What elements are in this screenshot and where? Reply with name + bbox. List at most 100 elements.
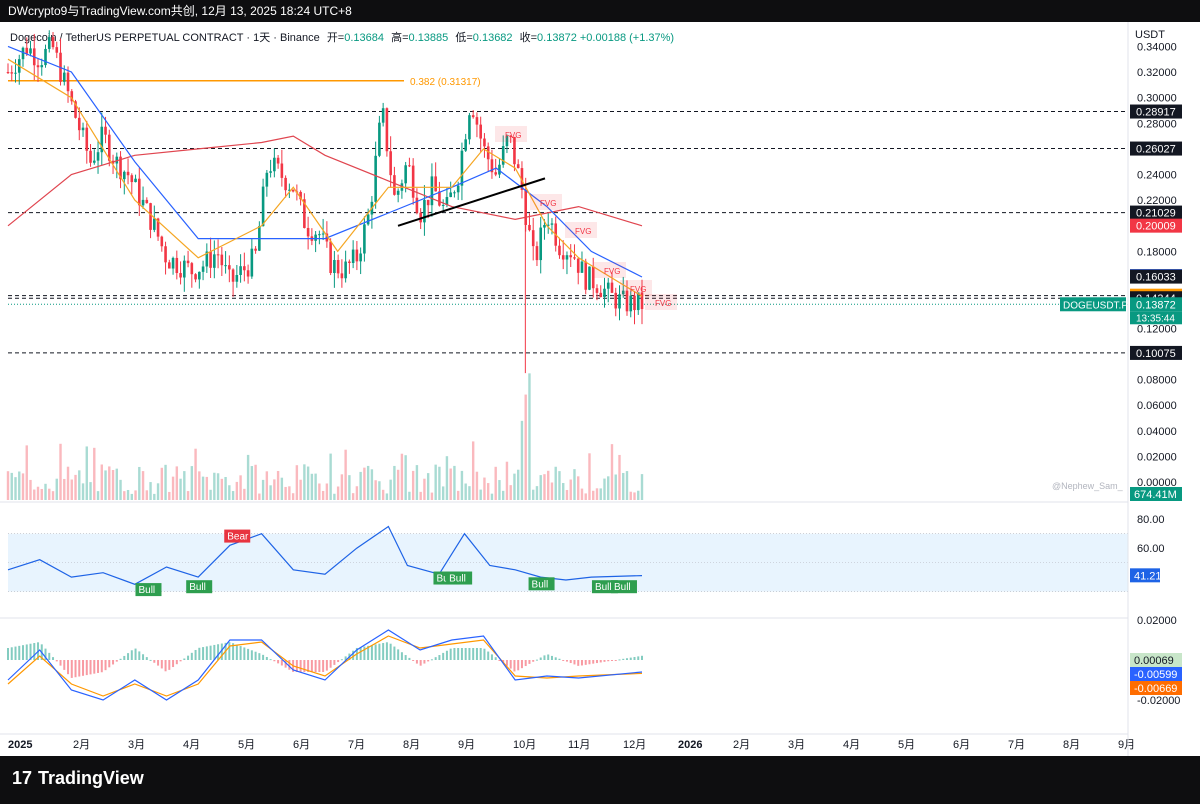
macd-hist-bar [134, 648, 137, 660]
macd-hist-bar [119, 658, 122, 660]
macd-hist-bar [633, 657, 636, 660]
volume-bar [603, 478, 606, 500]
x-tick-label: 8月 [1063, 739, 1080, 751]
volume-bar [21, 473, 25, 500]
macd-hist-bar [168, 660, 171, 670]
volume-bar [273, 479, 276, 500]
volume-bar [149, 482, 152, 500]
volume-bar [29, 479, 32, 500]
candle-body [44, 48, 47, 66]
y-tick-label: 0.12000 [1137, 323, 1177, 335]
candle-body [168, 262, 171, 269]
candle-body [610, 282, 614, 293]
macd-hist-bar [217, 644, 220, 660]
volume-bar [592, 490, 595, 500]
volume-bar [393, 465, 396, 500]
macd-hist-bar [449, 648, 452, 660]
volume-bar [355, 486, 359, 500]
volume-bar [618, 454, 621, 500]
candle-body [138, 178, 141, 206]
candle-body [329, 241, 332, 274]
candle-body [89, 150, 92, 163]
volume-bar [509, 485, 512, 500]
macd-hist-bar [145, 657, 148, 660]
volume-bar [85, 446, 88, 500]
volume-bar [303, 464, 306, 500]
chart-canvas[interactable]: USDT0.340000.320000.300000.280000.260000… [0, 22, 1200, 756]
macd-hist-bar [228, 642, 231, 660]
candle-body [573, 257, 576, 259]
x-tick-label: 5月 [898, 739, 915, 751]
x-tick-label: 9月 [458, 739, 475, 751]
candle-body [273, 157, 276, 172]
volume-bar [483, 477, 486, 500]
macd-value-label: -0.00599 [1134, 669, 1177, 681]
macd-hist-bar [513, 660, 516, 672]
volume-bar [224, 477, 227, 500]
macd-hist-bar [82, 660, 85, 676]
candle-body [595, 288, 599, 293]
macd-hist-bar [509, 660, 512, 669]
volume-bar [411, 470, 415, 500]
volume-bar [532, 489, 535, 500]
macd-hist-bar [550, 655, 553, 660]
macd-hist-bar [194, 649, 197, 660]
volume-bar [250, 466, 254, 500]
volume-bar [209, 489, 212, 500]
volume-bar [543, 474, 546, 500]
macd-hist-bar [205, 646, 208, 660]
candle-body [456, 185, 460, 193]
candle-body [250, 248, 254, 277]
candle-body [374, 155, 377, 202]
macd-hist-bar [33, 643, 36, 660]
candle-body [408, 165, 411, 167]
candle-body [104, 126, 107, 135]
macd-hist-bar [490, 654, 493, 660]
candle-body [344, 261, 347, 279]
candle-body [468, 115, 471, 140]
candle-body [171, 257, 175, 269]
volume-bar [633, 492, 636, 500]
macd-hist-bar [22, 645, 25, 660]
candle-body [246, 270, 250, 277]
macd-hist-bar [78, 660, 81, 677]
x-tick-label: 4月 [843, 739, 860, 751]
macd-hist-bar [498, 660, 501, 661]
volume-bar [261, 479, 265, 500]
macd-hist-bar [430, 659, 433, 661]
candle-body [96, 152, 100, 161]
volume-bar [513, 473, 516, 500]
volume-bar [366, 465, 370, 500]
macd-hist-bar [573, 660, 576, 665]
volume-bar [190, 466, 194, 500]
volume-bar [321, 490, 325, 500]
volume-bar [153, 493, 156, 500]
candle-body [280, 163, 284, 178]
macd-hist-bar [112, 660, 115, 665]
macd-hist-bar [7, 648, 9, 660]
tradingview-logo[interactable]: 17 TradingView [12, 768, 144, 789]
volume-bar [265, 471, 269, 500]
macd-hist-bar [160, 660, 163, 669]
macd-hist-bar [378, 643, 381, 660]
y-tick-label: 0.22000 [1137, 195, 1177, 207]
macd-hist-bar [239, 646, 242, 660]
macd-hist-bar [333, 660, 336, 665]
macd-hist-bar [528, 660, 531, 664]
volume-bar [186, 491, 190, 500]
candle-body [51, 37, 55, 48]
x-tick-label: 7月 [1008, 739, 1025, 751]
volume-bar [607, 476, 610, 500]
volume-bar [595, 488, 599, 500]
macd-hist-bar [59, 660, 62, 666]
macd-hist-bar [190, 652, 193, 660]
x-tick-label: 2025 [8, 739, 32, 751]
volume-bar [539, 475, 542, 500]
macd-axis-label: -0.02000 [1137, 695, 1180, 707]
volume-bar [389, 479, 392, 500]
price-label: 0.20009 [1136, 221, 1176, 233]
macd-hist-bar [235, 644, 238, 660]
volume-bar [156, 483, 160, 500]
macd-hist-bar [385, 642, 388, 660]
volume-label: 674.41M [1134, 489, 1177, 501]
